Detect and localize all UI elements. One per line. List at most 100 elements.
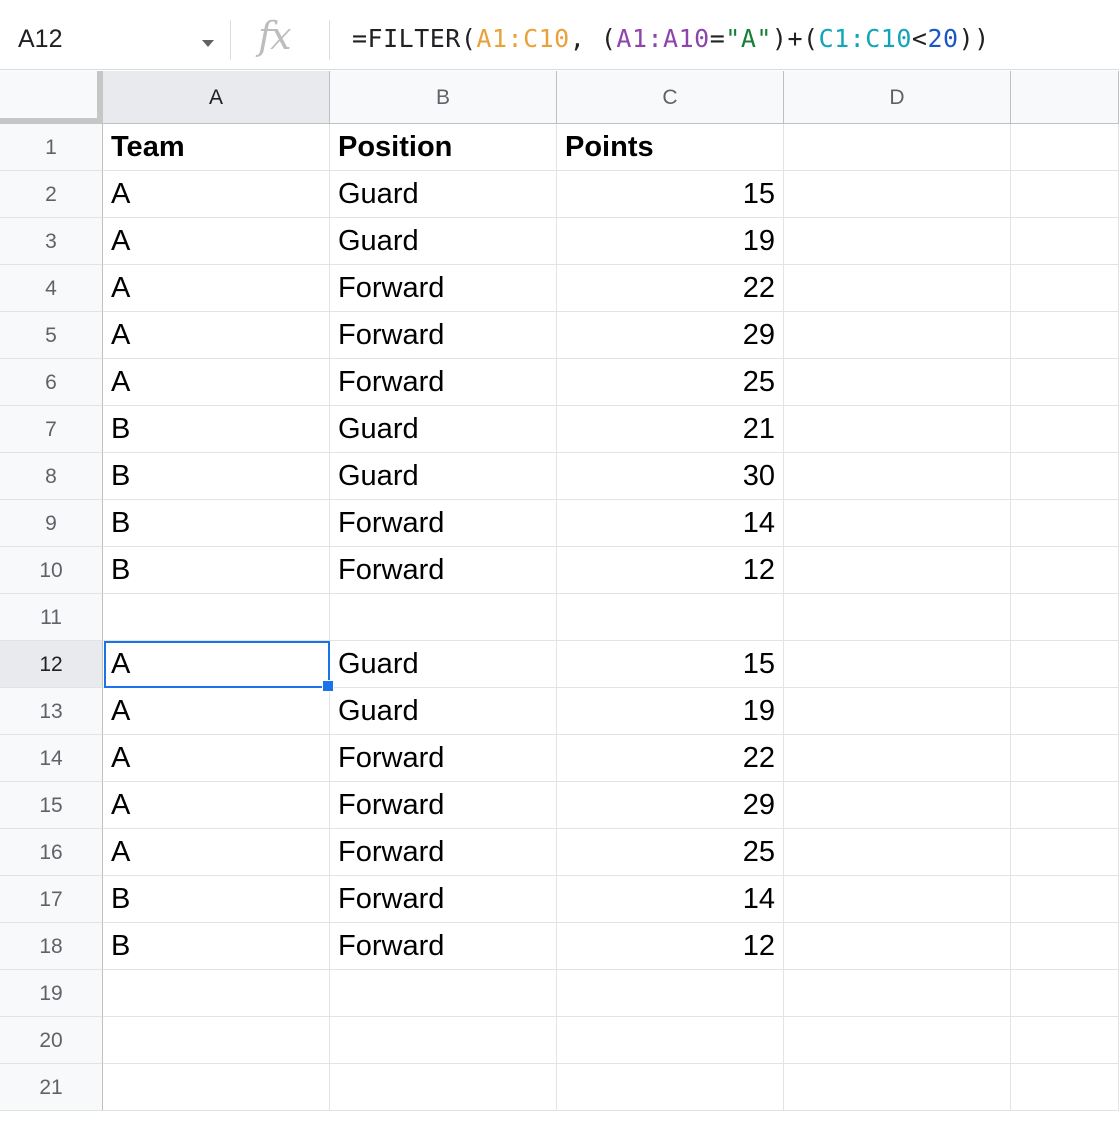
- cell-a5[interactable]: A: [103, 312, 330, 359]
- cell-b21[interactable]: [330, 1064, 557, 1111]
- row-header-20[interactable]: 20: [0, 1017, 103, 1064]
- row-header-18[interactable]: 18: [0, 923, 103, 970]
- cell-a3[interactable]: A: [103, 218, 330, 265]
- cell-a15[interactable]: A: [103, 782, 330, 829]
- cell-b11[interactable]: [330, 594, 557, 641]
- cell-b20[interactable]: [330, 1017, 557, 1064]
- cell-a6[interactable]: A: [103, 359, 330, 406]
- cell-c12[interactable]: 15: [557, 641, 784, 688]
- cell-e11[interactable]: [1011, 594, 1119, 641]
- cell-c20[interactable]: [557, 1017, 784, 1064]
- cell-c9[interactable]: 14: [557, 500, 784, 547]
- cell-e3[interactable]: [1011, 218, 1119, 265]
- row-header-3[interactable]: 3: [0, 218, 103, 265]
- cell-d6[interactable]: [784, 359, 1011, 406]
- cell-b3[interactable]: Guard: [330, 218, 557, 265]
- name-box[interactable]: A12: [0, 0, 230, 70]
- cell-c16[interactable]: 25: [557, 829, 784, 876]
- row-header-13[interactable]: 13: [0, 688, 103, 735]
- cell-c8[interactable]: 30: [557, 453, 784, 500]
- cell-b7[interactable]: Guard: [330, 406, 557, 453]
- column-header-b[interactable]: B: [330, 71, 557, 124]
- cell-c21[interactable]: [557, 1064, 784, 1111]
- cell-e15[interactable]: [1011, 782, 1119, 829]
- cell-c11[interactable]: [557, 594, 784, 641]
- cell-d12[interactable]: [784, 641, 1011, 688]
- cell-d3[interactable]: [784, 218, 1011, 265]
- cell-c2[interactable]: 15: [557, 171, 784, 218]
- cell-e16[interactable]: [1011, 829, 1119, 876]
- cell-e7[interactable]: [1011, 406, 1119, 453]
- cell-c18[interactable]: 12: [557, 923, 784, 970]
- cell-b1[interactable]: Position: [330, 124, 557, 171]
- cell-a17[interactable]: B: [103, 876, 330, 923]
- cell-c5[interactable]: 29: [557, 312, 784, 359]
- row-header-4[interactable]: 4: [0, 265, 103, 312]
- cell-d17[interactable]: [784, 876, 1011, 923]
- row-header-15[interactable]: 15: [0, 782, 103, 829]
- row-header-8[interactable]: 8: [0, 453, 103, 500]
- cell-a16[interactable]: A: [103, 829, 330, 876]
- cell-d5[interactable]: [784, 312, 1011, 359]
- cell-e1[interactable]: [1011, 124, 1119, 171]
- cell-a14[interactable]: A: [103, 735, 330, 782]
- cell-c7[interactable]: 21: [557, 406, 784, 453]
- cell-d11[interactable]: [784, 594, 1011, 641]
- cell-e21[interactable]: [1011, 1064, 1119, 1111]
- row-header-10[interactable]: 10: [0, 547, 103, 594]
- cell-c17[interactable]: 14: [557, 876, 784, 923]
- column-header-a[interactable]: A: [103, 71, 330, 124]
- cell-a21[interactable]: [103, 1064, 330, 1111]
- row-header-2[interactable]: 2: [0, 171, 103, 218]
- fill-handle[interactable]: [322, 680, 334, 692]
- column-header-c[interactable]: C: [557, 71, 784, 124]
- cell-b5[interactable]: Forward: [330, 312, 557, 359]
- cell-e2[interactable]: [1011, 171, 1119, 218]
- cell-b6[interactable]: Forward: [330, 359, 557, 406]
- cell-a10[interactable]: B: [103, 547, 330, 594]
- cell-a13[interactable]: A: [103, 688, 330, 735]
- cell-d20[interactable]: [784, 1017, 1011, 1064]
- cell-e19[interactable]: [1011, 970, 1119, 1017]
- cell-a18[interactable]: B: [103, 923, 330, 970]
- cell-c13[interactable]: 19: [557, 688, 784, 735]
- row-header-1[interactable]: 1: [0, 124, 103, 171]
- cell-d7[interactable]: [784, 406, 1011, 453]
- cell-e12[interactable]: [1011, 641, 1119, 688]
- cell-b16[interactable]: Forward: [330, 829, 557, 876]
- cell-d1[interactable]: [784, 124, 1011, 171]
- cell-c10[interactable]: 12: [557, 547, 784, 594]
- cell-c15[interactable]: 29: [557, 782, 784, 829]
- select-all-corner[interactable]: [0, 71, 103, 124]
- cell-d19[interactable]: [784, 970, 1011, 1017]
- row-header-9[interactable]: 9: [0, 500, 103, 547]
- name-box-reference[interactable]: A12: [18, 25, 62, 54]
- cell-a11[interactable]: [103, 594, 330, 641]
- cell-e6[interactable]: [1011, 359, 1119, 406]
- cell-a2[interactable]: A: [103, 171, 330, 218]
- formula-input[interactable]: =FILTER(A1:C10, (A1:A10="A")+(C1:C10<20)…: [352, 24, 990, 53]
- row-header-21[interactable]: 21: [0, 1064, 103, 1111]
- row-header-19[interactable]: 19: [0, 970, 103, 1017]
- cell-d18[interactable]: [784, 923, 1011, 970]
- cell-b18[interactable]: Forward: [330, 923, 557, 970]
- cell-c1[interactable]: Points: [557, 124, 784, 171]
- cell-d8[interactable]: [784, 453, 1011, 500]
- cell-a4[interactable]: A: [103, 265, 330, 312]
- cell-d16[interactable]: [784, 829, 1011, 876]
- cell-c3[interactable]: 19: [557, 218, 784, 265]
- cell-d4[interactable]: [784, 265, 1011, 312]
- cell-c14[interactable]: 22: [557, 735, 784, 782]
- column-header-e[interactable]: [1011, 71, 1119, 124]
- name-box-dropdown-icon[interactable]: [202, 40, 214, 47]
- cell-e9[interactable]: [1011, 500, 1119, 547]
- row-header-17[interactable]: 17: [0, 876, 103, 923]
- cell-d10[interactable]: [784, 547, 1011, 594]
- cell-e4[interactable]: [1011, 265, 1119, 312]
- cell-a8[interactable]: B: [103, 453, 330, 500]
- cell-a20[interactable]: [103, 1017, 330, 1064]
- row-header-11[interactable]: 11: [0, 594, 103, 641]
- row-header-12[interactable]: 12: [0, 641, 103, 688]
- cell-b19[interactable]: [330, 970, 557, 1017]
- cell-b10[interactable]: Forward: [330, 547, 557, 594]
